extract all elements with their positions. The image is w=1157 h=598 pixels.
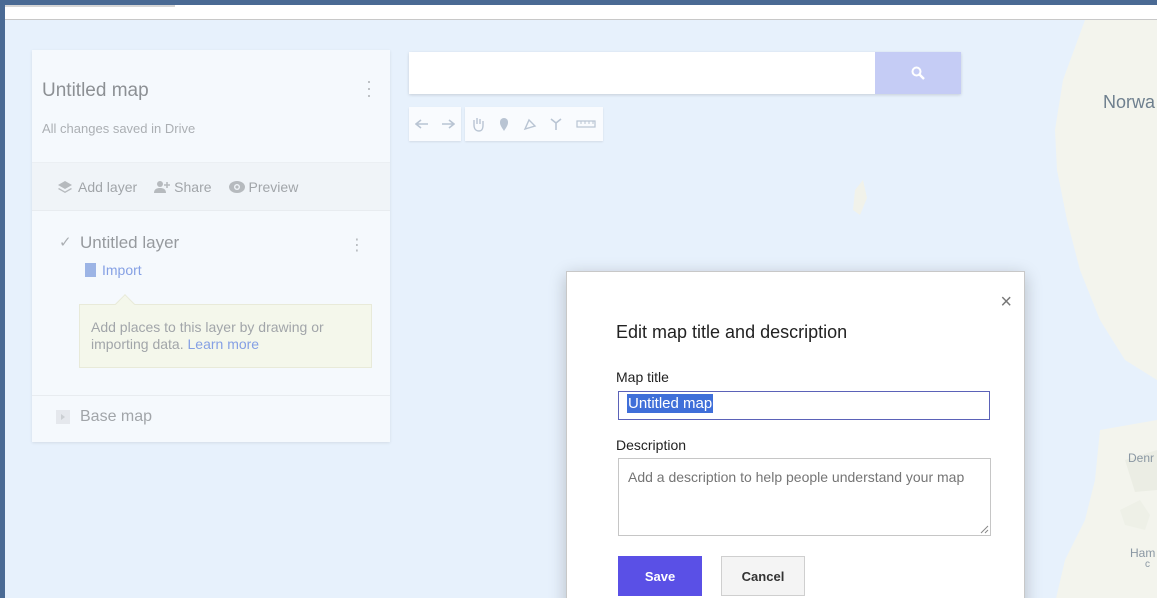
description-label: Description — [616, 437, 687, 453]
save-button[interactable]: Save — [618, 556, 702, 596]
add-person-icon — [153, 180, 171, 194]
preview-button[interactable]: Preview — [228, 178, 299, 195]
share-button[interactable]: Share — [153, 178, 212, 195]
hand-icon[interactable] — [465, 107, 491, 141]
map-label-hamburg-suffix: c — [1145, 559, 1150, 570]
save-status: All changes saved in Drive — [42, 121, 196, 136]
map-label-norway: Norwa — [1103, 92, 1156, 112]
eye-icon — [228, 180, 245, 194]
map-title-input[interactable]: Untitled map — [618, 391, 990, 420]
import-label: Import — [102, 262, 142, 278]
import-icon — [85, 263, 96, 277]
map-panel: Untitled map All changes saved in Drive … — [32, 50, 390, 442]
description-input[interactable] — [618, 458, 991, 536]
panel-actions: Add layer Share Preview — [32, 163, 390, 211]
base-map-row[interactable]: Base map — [32, 397, 390, 437]
map-label-denmark: Denr — [1128, 451, 1155, 465]
layer-options-icon[interactable]: ⋮ — [349, 235, 365, 255]
close-icon[interactable]: × — [1000, 292, 1012, 312]
app-frame: Norwa Denr Ham c Untitled map All change… — [0, 0, 1157, 598]
panel-header: Untitled map All changes saved in Drive … — [32, 50, 390, 163]
base-map-label: Base map — [80, 408, 153, 425]
map-title[interactable]: Untitled map — [42, 80, 149, 102]
learn-more-link[interactable]: Learn more — [188, 336, 260, 352]
preview-label: Preview — [248, 178, 299, 195]
dialog-title: Edit map title and description — [616, 322, 848, 342]
expand-icon[interactable] — [56, 410, 70, 424]
search-icon — [911, 66, 925, 80]
map-title-value: Untitled map — [627, 394, 714, 413]
layer-name[interactable]: Untitled layer — [80, 233, 179, 253]
more-options-icon[interactable]: · · · — [366, 72, 372, 104]
layers-icon — [57, 180, 73, 194]
share-label: Share — [174, 178, 212, 195]
layer-visibility-checkbox[interactable]: ✓ — [59, 233, 72, 251]
search-input[interactable] — [409, 52, 875, 94]
draw-line-icon[interactable] — [517, 107, 543, 141]
redo-icon[interactable] — [435, 107, 461, 141]
cancel-button[interactable]: Cancel — [721, 556, 805, 596]
edit-map-dialog: × Edit map title and description Map tit… — [566, 271, 1025, 598]
search-button[interactable] — [875, 52, 961, 94]
add-layer-label: Add layer — [78, 178, 138, 195]
layer-untitled: ✓ Untitled layer ⋮ Import Add places to … — [32, 211, 390, 396]
top-bar — [5, 5, 1157, 20]
layer-hint: Add places to this layer by drawing or i… — [79, 294, 372, 368]
marker-icon[interactable] — [491, 107, 517, 141]
resize-grip-icon[interactable] — [979, 524, 989, 534]
import-link[interactable]: Import — [85, 262, 142, 278]
directions-icon[interactable] — [543, 107, 569, 141]
map-label-hamburg: Ham — [1130, 546, 1156, 560]
ruler-icon[interactable] — [569, 107, 603, 141]
drawing-toolbar — [409, 107, 603, 141]
undo-icon[interactable] — [409, 107, 435, 141]
map-title-label: Map title — [616, 369, 669, 385]
add-layer-button[interactable]: Add layer — [57, 179, 137, 195]
search-bar — [409, 52, 961, 94]
